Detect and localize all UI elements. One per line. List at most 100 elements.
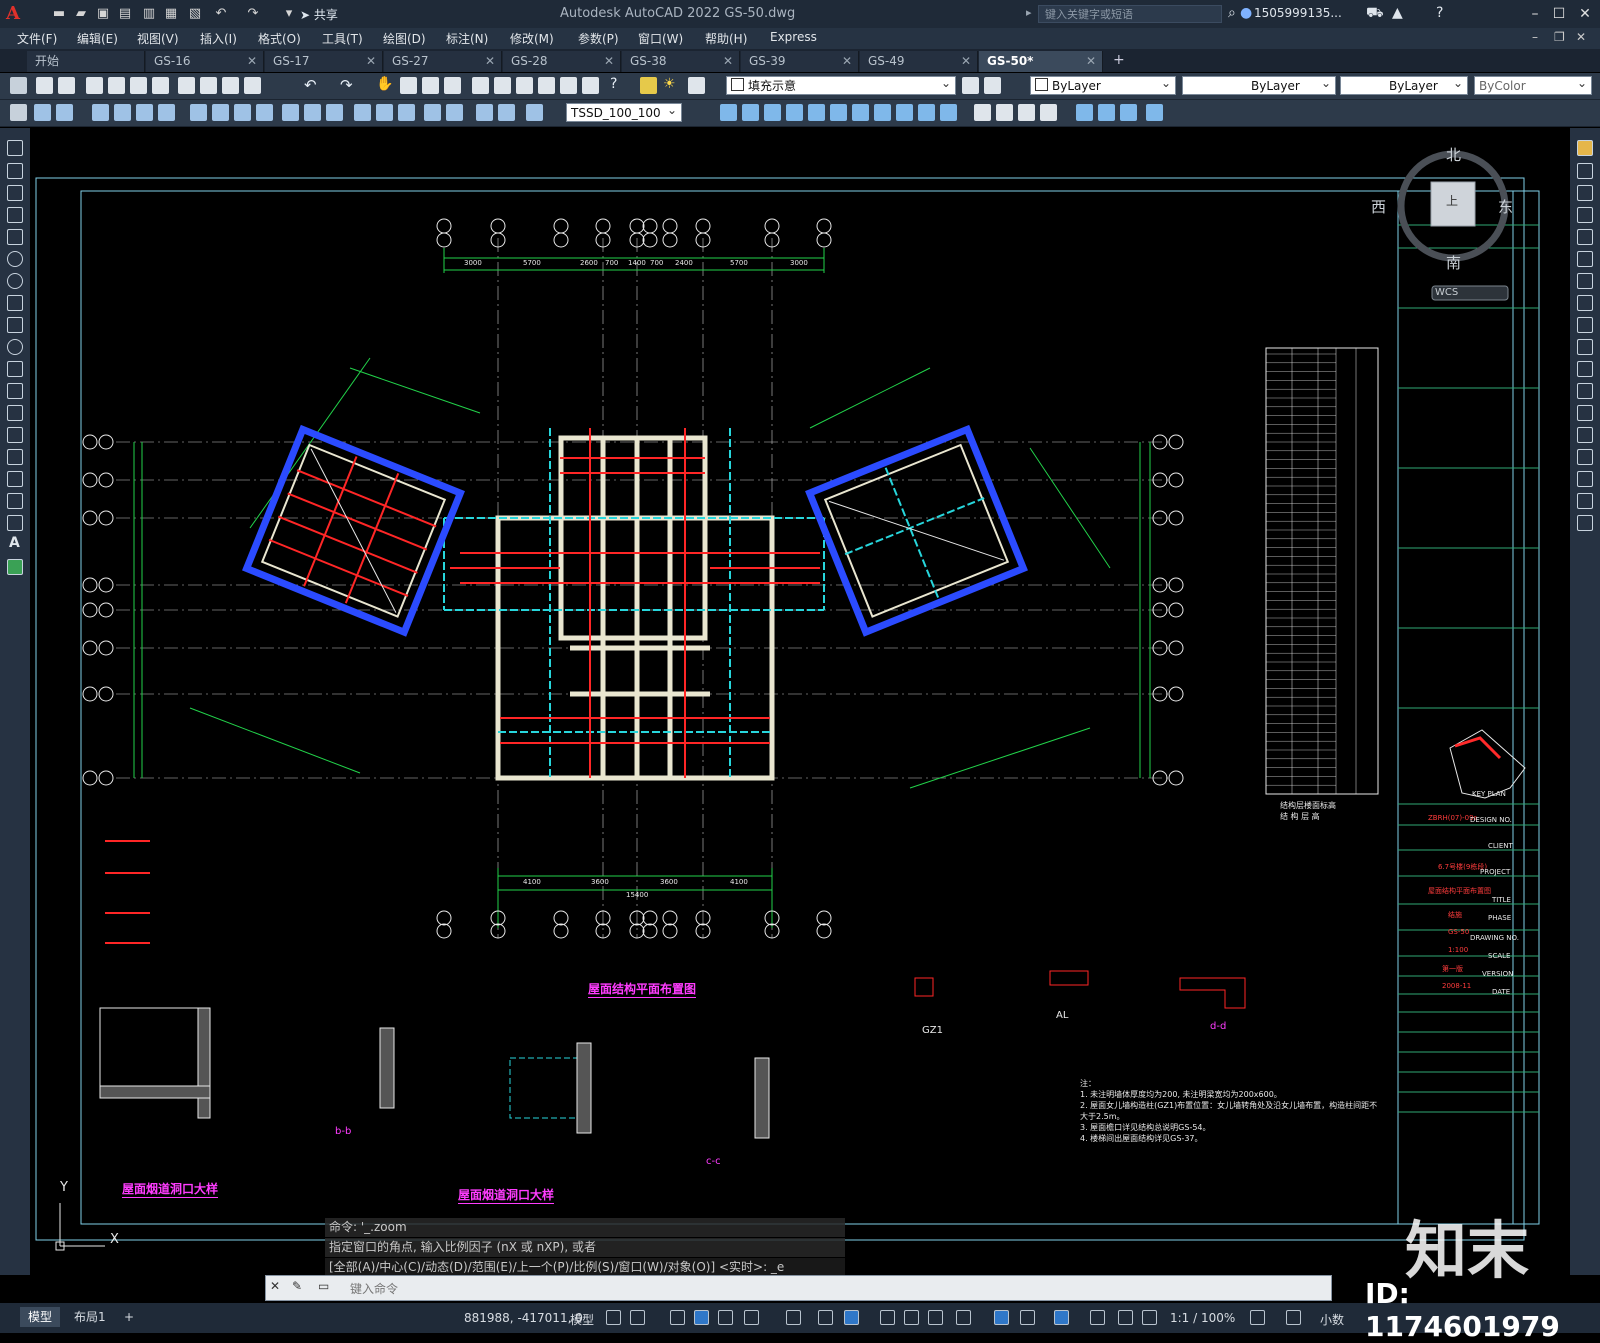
tab-gs-38[interactable]: GS-38 ✕ bbox=[622, 51, 740, 72]
dynamic-input-icon[interactable] bbox=[718, 1310, 733, 1325]
coordinates-readout[interactable]: 881988, -417011, 0 bbox=[464, 1311, 583, 1325]
command-close-icon[interactable]: ✕ bbox=[270, 1279, 280, 1293]
menu-dimension[interactable]: 标注(N) bbox=[446, 30, 488, 47]
stretch-icon[interactable] bbox=[1577, 317, 1593, 333]
layer-on-icon[interactable]: ☀ bbox=[663, 76, 676, 92]
xline-icon[interactable] bbox=[7, 163, 23, 179]
grid-icon[interactable] bbox=[606, 1310, 621, 1325]
copy-object-icon[interactable] bbox=[1577, 163, 1593, 179]
modify-rotate-icon[interactable] bbox=[852, 104, 869, 121]
dim-update-icon[interactable] bbox=[498, 104, 515, 121]
dim-break-icon[interactable] bbox=[326, 104, 343, 121]
user-icon[interactable]: ● bbox=[1240, 5, 1252, 21]
tab-close-icon[interactable]: ✕ bbox=[1086, 51, 1096, 72]
tab-layout1[interactable]: 布局1 bbox=[66, 1307, 114, 1327]
extend-icon[interactable] bbox=[1577, 361, 1593, 377]
menu-window[interactable]: 窗口(W) bbox=[638, 30, 683, 47]
user-account[interactable]: 1505999135... bbox=[1254, 6, 1342, 20]
doc-minimize-icon[interactable]: – bbox=[1532, 30, 1538, 44]
tab-close-icon[interactable]: ✕ bbox=[247, 51, 257, 72]
undo-icon[interactable]: ↶ bbox=[212, 5, 230, 23]
dim-edit-icon[interactable] bbox=[446, 104, 463, 121]
paste-icon[interactable] bbox=[222, 77, 239, 94]
match-prop-icon[interactable] bbox=[244, 77, 261, 94]
blend-icon[interactable] bbox=[1577, 493, 1593, 509]
dynamic-ucs-icon[interactable] bbox=[994, 1310, 1009, 1325]
array-icon[interactable] bbox=[1577, 229, 1593, 245]
menu-express[interactable]: Express bbox=[770, 30, 817, 44]
scale-icon[interactable] bbox=[1577, 295, 1593, 311]
3d-dwf-icon[interactable] bbox=[152, 77, 169, 94]
dim-jogged-icon[interactable] bbox=[158, 104, 175, 121]
annotation-visibility-icon[interactable] bbox=[1090, 1310, 1105, 1325]
break-at-point-icon[interactable] bbox=[1577, 383, 1593, 399]
tolerance-icon[interactable] bbox=[354, 104, 371, 121]
menu-file[interactable]: 文件(F) bbox=[17, 30, 57, 47]
sheet-set-icon[interactable] bbox=[538, 77, 555, 94]
tab-gs-28[interactable]: GS-28 ✕ bbox=[503, 51, 621, 72]
compass-east[interactable]: 东 bbox=[1498, 196, 1513, 217]
tab-gs-27[interactable]: GS-27 ✕ bbox=[384, 51, 502, 72]
point-icon[interactable] bbox=[7, 427, 23, 443]
layer-previous-icon[interactable] bbox=[984, 77, 1001, 94]
tab-close-icon[interactable]: ✕ bbox=[842, 51, 852, 72]
viewcube-top-label[interactable]: 上 bbox=[1446, 192, 1458, 209]
close-icon[interactable]: ✕ bbox=[1574, 4, 1596, 24]
block-icon[interactable] bbox=[1146, 104, 1163, 121]
circle-icon[interactable] bbox=[7, 273, 23, 289]
layer-dropdown[interactable]: 填充示意 bbox=[726, 74, 956, 95]
line-icon[interactable] bbox=[7, 140, 23, 156]
group-icon[interactable] bbox=[1120, 104, 1137, 121]
save-icon[interactable]: ▣ bbox=[94, 5, 112, 23]
modify-break-icon[interactable] bbox=[974, 104, 991, 121]
plot-icon[interactable]: ▧ bbox=[186, 5, 204, 23]
tab-start[interactable]: 开始 bbox=[27, 51, 145, 72]
modify-copy-icon[interactable] bbox=[742, 104, 759, 121]
tab-close-icon[interactable]: ✕ bbox=[604, 51, 614, 72]
menu-edit[interactable]: 编辑(E) bbox=[77, 30, 118, 47]
mirror-icon[interactable] bbox=[1577, 185, 1593, 201]
infer-constraints-icon[interactable] bbox=[670, 1310, 685, 1325]
rotate-icon[interactable] bbox=[1577, 273, 1593, 289]
command-recent-icon[interactable]: ▭ bbox=[318, 1279, 329, 1293]
dim-linear-icon[interactable] bbox=[34, 104, 51, 121]
wcs-label[interactable]: WCS bbox=[1435, 287, 1458, 298]
plotstyle-dropdown[interactable]: ByColor bbox=[1474, 74, 1592, 95]
menu-modify[interactable]: 修改(M) bbox=[510, 30, 554, 47]
publish-icon[interactable] bbox=[130, 77, 147, 94]
command-input[interactable]: 键入命令 bbox=[350, 1280, 398, 1297]
spline-icon[interactable] bbox=[7, 317, 23, 333]
new-file-icon[interactable]: ▬ bbox=[50, 5, 68, 23]
ortho-icon[interactable] bbox=[694, 1310, 709, 1325]
tab-close-icon[interactable]: ✕ bbox=[723, 51, 733, 72]
compass-south[interactable]: 南 bbox=[1446, 252, 1461, 273]
rectangle-icon[interactable] bbox=[7, 229, 23, 245]
dim-radius-icon[interactable] bbox=[136, 104, 153, 121]
join-icon[interactable] bbox=[1577, 427, 1593, 443]
quick-dim-icon[interactable] bbox=[234, 104, 251, 121]
search-icon[interactable]: ⌕ bbox=[1228, 5, 1236, 21]
erase-icon[interactable] bbox=[1577, 140, 1593, 156]
snap-icon[interactable] bbox=[630, 1310, 645, 1325]
selection-cycling-icon[interactable] bbox=[928, 1310, 943, 1325]
menu-tools[interactable]: 工具(T) bbox=[322, 30, 363, 47]
break-icon[interactable] bbox=[1577, 405, 1593, 421]
linetype-dropdown[interactable]: ByLayer bbox=[1182, 74, 1336, 95]
share-button[interactable]: ➤ 共享 bbox=[300, 6, 338, 23]
annotation-monitor-icon[interactable] bbox=[1286, 1310, 1301, 1325]
center-mark-icon[interactable] bbox=[376, 104, 393, 121]
gizmo-icon[interactable] bbox=[1054, 1310, 1069, 1325]
add-layout-button[interactable]: + bbox=[116, 1307, 142, 1327]
revcloud-icon[interactable] bbox=[7, 295, 23, 311]
table-icon[interactable] bbox=[7, 515, 23, 531]
polygon-icon[interactable] bbox=[7, 207, 23, 223]
mtext-icon[interactable]: A bbox=[9, 535, 20, 551]
modify-move-icon[interactable] bbox=[830, 104, 847, 121]
open-icon[interactable] bbox=[58, 77, 75, 94]
zoom-previous-icon[interactable] bbox=[444, 77, 461, 94]
annotation-scale-icon[interactable] bbox=[1142, 1310, 1157, 1325]
color-dropdown[interactable]: ByLayer bbox=[1030, 74, 1176, 95]
dim-arc-icon[interactable] bbox=[92, 104, 109, 121]
properties-icon[interactable] bbox=[472, 77, 489, 94]
tab-close-icon[interactable]: ✕ bbox=[366, 51, 376, 72]
